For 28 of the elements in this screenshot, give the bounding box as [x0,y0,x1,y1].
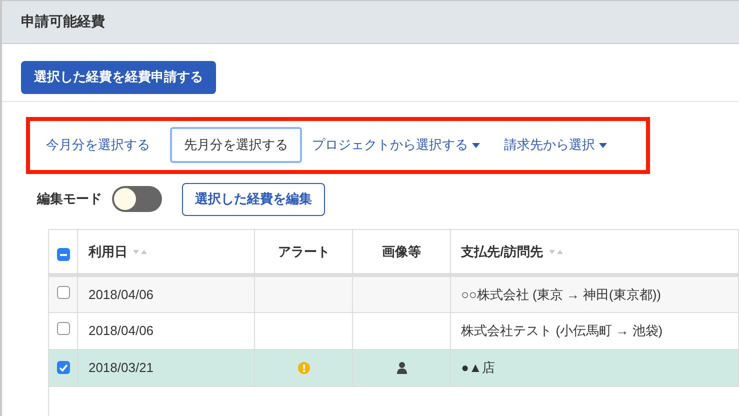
table-row[interactable]: 2018/04/06 株式会社テスト (小伝馬町 → 池袋) [48,312,738,349]
table-cell: 株式会社テスト (小伝馬町 → 池袋) [461,322,663,338]
column-header: 利用日 [88,244,128,258]
select-button[interactable]: 今月分を選択する [40,127,156,163]
edit-button[interactable]: 選択した経費を編集 [182,182,325,216]
column-header: 支払先/訪問先 [461,244,543,258]
row-checkbox[interactable] [56,322,70,335]
dropdown-button[interactable]: プロジェクトから選択する [306,127,486,163]
table-row[interactable]: 2018/03/21 ●▲店 [48,349,738,386]
dropdown-button[interactable]: 請求先から選択 [498,127,613,163]
edit-mode-label: 編集モード [37,190,102,208]
panel-title: 申請可能経費 [21,12,105,32]
table-cell: 2018/03/21 [88,360,154,375]
table-cell: 2018/04/06 [88,322,154,338]
column-header: 画像等 [382,244,422,258]
column-header: アラート [278,244,330,258]
row-checkbox[interactable] [56,361,70,374]
edit-mode-toggle[interactable] [112,186,162,212]
select-button[interactable]: 先月分を選択する [170,127,302,163]
select-all-checkbox[interactable] [56,248,70,261]
caret-icon[interactable] [472,142,480,148]
table-row[interactable]: 2018/04/06 ○○株式会社 (東京 → 神田(東京都)) [48,275,738,312]
caret-icon[interactable] [599,142,607,148]
apply-button[interactable]: 選択した経費を経費申請する [21,60,216,94]
table-cell: ○○株式会社 (東京 → 神田(東京都)) [461,286,661,302]
table-cell: 2018/04/06 [88,286,154,302]
row-checkbox[interactable] [56,286,70,298]
table-cell: ●▲店 [461,360,495,375]
